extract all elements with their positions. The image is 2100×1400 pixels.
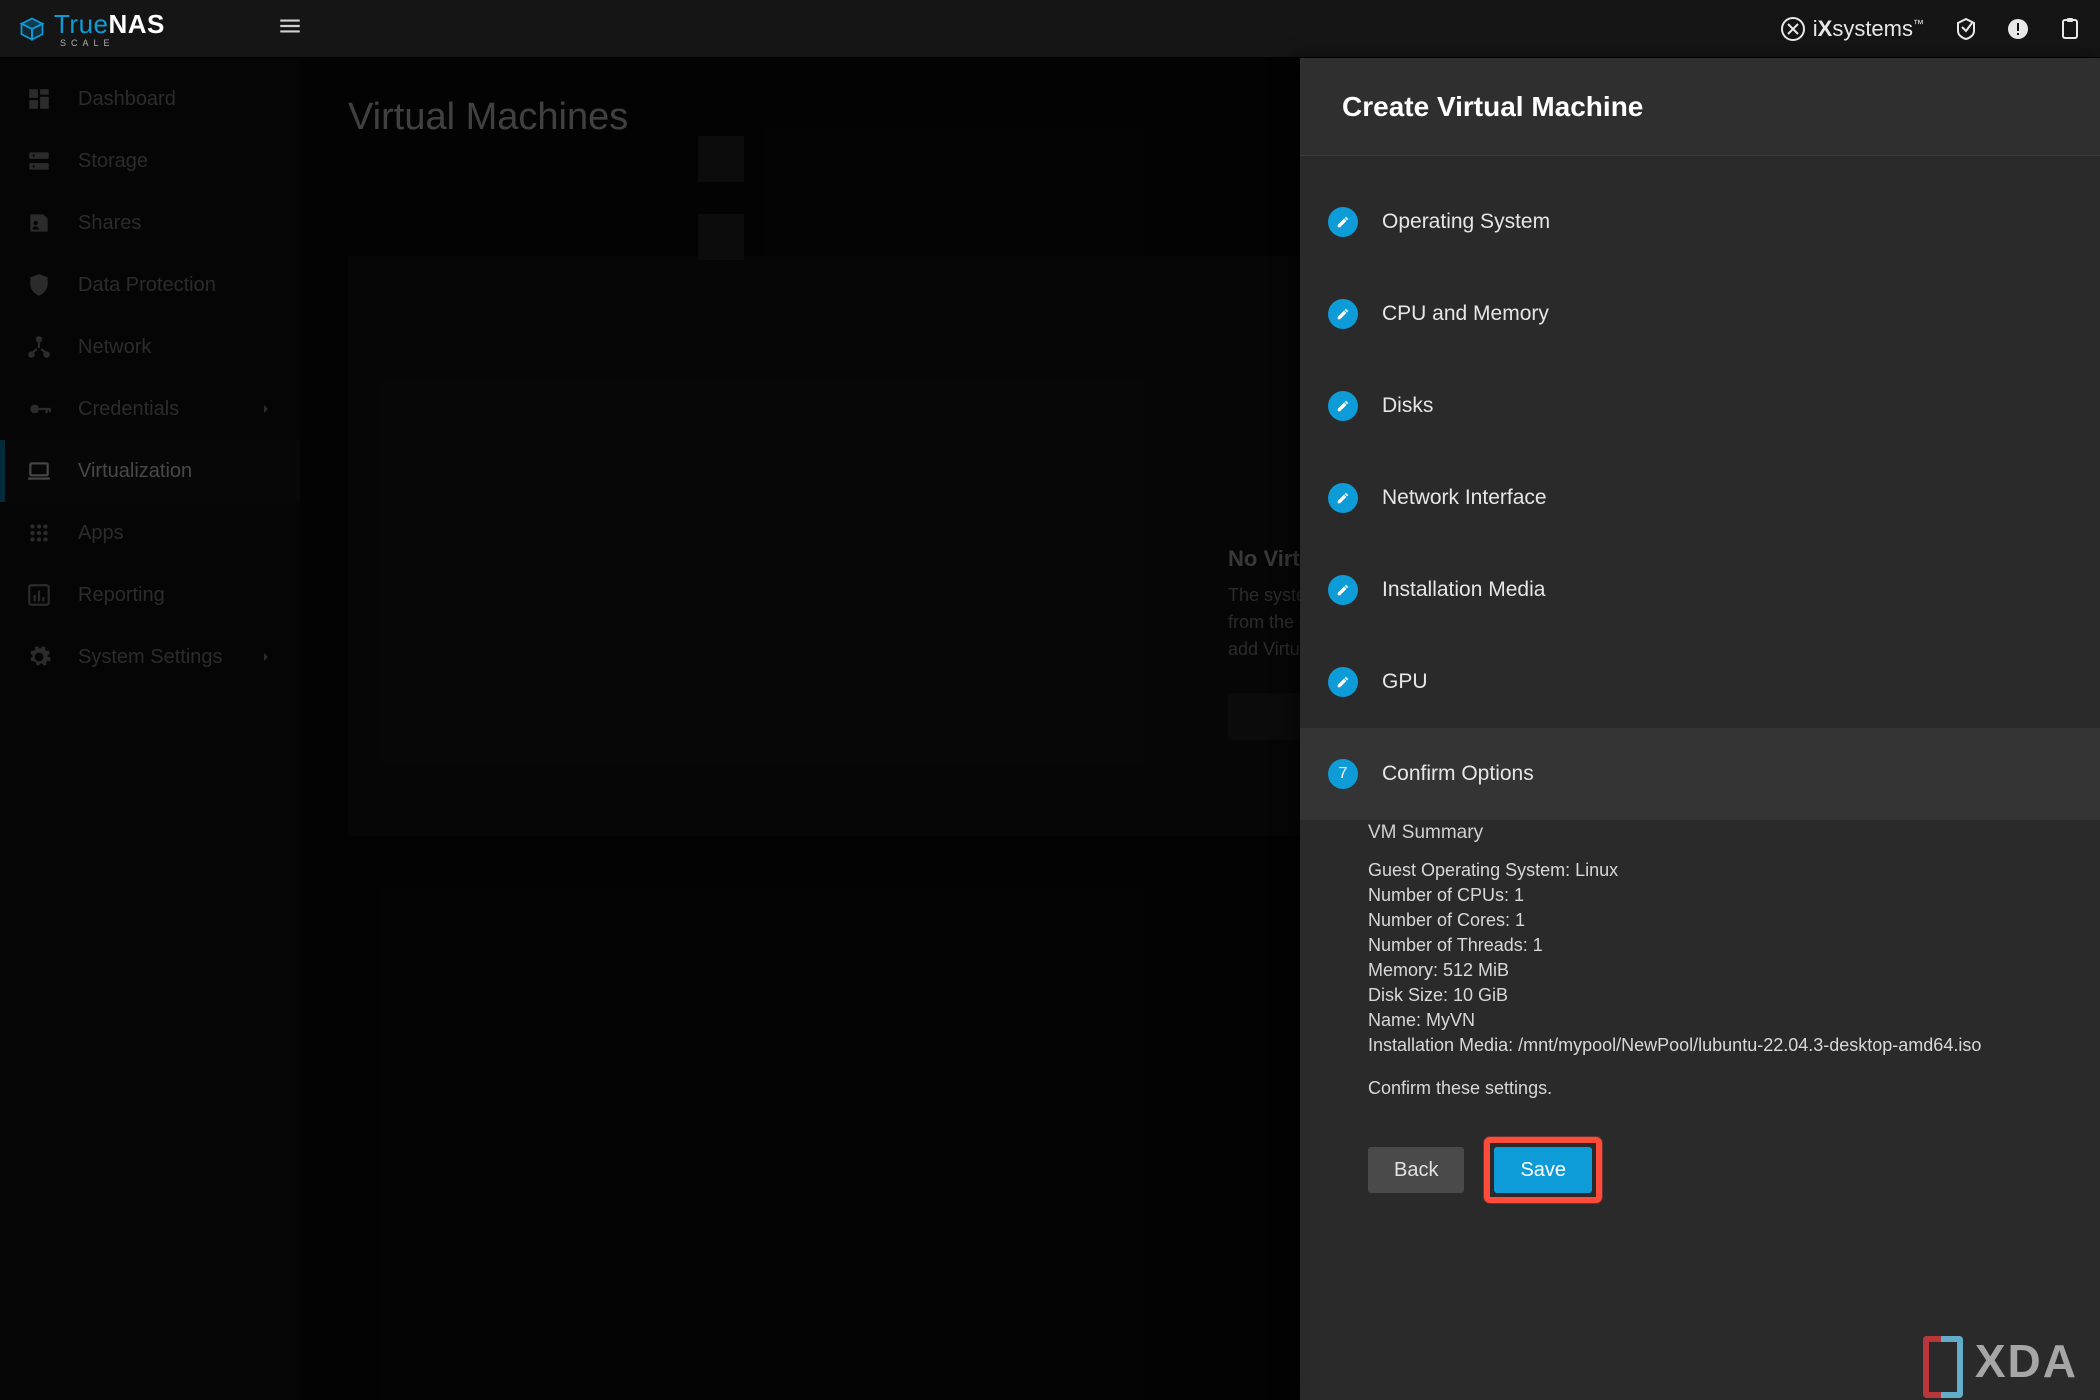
chevron-right-icon (258, 401, 274, 417)
slideover-header: Create Virtual Machine (1300, 58, 2100, 156)
apps-icon (26, 520, 52, 546)
step-edit-icon (1328, 667, 1358, 697)
status-icon[interactable] (2006, 17, 2030, 41)
sidebar-item-storage[interactable]: Storage (0, 130, 300, 192)
key-icon (26, 396, 52, 422)
step-operating-system[interactable]: Operating System (1328, 176, 2072, 268)
xda-text: XDA (1975, 1334, 2078, 1388)
summary-line: Memory: 512 MiB (1368, 960, 2040, 981)
step-label: Operating System (1382, 210, 1550, 234)
create-vm-slideover: Create Virtual Machine Operating System … (1300, 58, 2100, 1400)
save-button[interactable]: Save (1494, 1147, 1592, 1193)
step-edit-icon (1328, 207, 1358, 237)
jobs-icon[interactable] (2058, 17, 2082, 41)
chart-icon (26, 582, 52, 608)
sidebar-item-label: Data Protection (78, 274, 216, 297)
sidebar-item-label: Reporting (78, 584, 165, 607)
gear-icon (26, 644, 52, 670)
step-gpu[interactable]: GPU (1328, 636, 2072, 728)
brand-true: True (54, 9, 109, 39)
summary-line: Guest Operating System: Linux (1368, 860, 2040, 881)
sidebar-item-label: Dashboard (78, 88, 176, 111)
sidebar-item-apps[interactable]: Apps (0, 502, 300, 564)
brand-logo[interactable]: TrueNAS SCALE (18, 9, 165, 48)
step-label: Confirm Options (1382, 762, 1534, 786)
step-label: CPU and Memory (1382, 302, 1549, 326)
dashboard-icon (26, 86, 52, 112)
brand-cube-icon (18, 15, 46, 43)
summary-line: Number of CPUs: 1 (1368, 885, 2040, 906)
app-header: TrueNAS SCALE iXsystems™ (0, 0, 2100, 58)
summary-confirm-text: Confirm these settings. (1368, 1078, 2040, 1099)
placeholder-icon (698, 136, 744, 182)
summary-line: Disk Size: 10 GiB (1368, 985, 2040, 1006)
step-installation-media[interactable]: Installation Media (1328, 544, 2072, 636)
laptop-icon (26, 458, 52, 484)
xda-watermark: XDA (1923, 1334, 2078, 1388)
summary-line: Installation Media: /mnt/mypool/NewPool/… (1368, 1035, 2040, 1056)
wizard-steps: Operating System CPU and Memory Disks Ne… (1300, 156, 2100, 820)
ix-mark-icon (1781, 17, 1805, 41)
summary-line: Number of Cores: 1 (1368, 910, 2040, 931)
sidebar-item-data-protection[interactable]: Data Protection (0, 254, 300, 316)
sidebar-item-reporting[interactable]: Reporting (0, 564, 300, 626)
sidebar-item-label: Virtualization (78, 460, 192, 483)
storage-icon (26, 148, 52, 174)
truecommand-icon[interactable] (1954, 17, 1978, 41)
sidebar-item-label: Network (78, 336, 151, 359)
summary-line: Number of Threads: 1 (1368, 935, 2040, 956)
brand-sub: SCALE (60, 38, 165, 48)
sidebar-item-label: Shares (78, 212, 141, 235)
ix-text: systems (1832, 16, 1913, 41)
step-edit-icon (1328, 483, 1358, 513)
slideover-title: Create Virtual Machine (1342, 91, 1643, 123)
sidebar-item-label: System Settings (78, 646, 223, 669)
step-edit-icon (1328, 575, 1358, 605)
hamburger-icon[interactable] (277, 13, 303, 45)
brand-nas: NAS (109, 9, 165, 39)
sidebar-item-label: Credentials (78, 398, 179, 421)
summary-heading: VM Summary (1368, 822, 2040, 844)
step-edit-icon (1328, 299, 1358, 329)
save-highlight: Save (1484, 1137, 1602, 1203)
step-label: Installation Media (1382, 578, 1545, 602)
step-cpu-memory[interactable]: CPU and Memory (1328, 268, 2072, 360)
step-label: GPU (1382, 670, 1428, 694)
sidebar-item-system-settings[interactable]: System Settings (0, 626, 300, 688)
shares-icon (26, 210, 52, 236)
sidebar-item-virtualization[interactable]: Virtualization (0, 440, 300, 502)
sidebar-item-label: Storage (78, 150, 148, 173)
step-confirm-options[interactable]: 7 Confirm Options (1300, 728, 2100, 820)
back-button[interactable]: Back (1368, 1147, 1464, 1193)
step-edit-icon (1328, 391, 1358, 421)
sidebar-item-credentials[interactable]: Credentials (0, 378, 300, 440)
xda-glyph-icon (1923, 1336, 1963, 1386)
step-number-badge: 7 (1328, 759, 1358, 789)
chevron-right-icon (258, 649, 274, 665)
sidebar-item-label: Apps (78, 522, 124, 545)
ixsystems-logo[interactable]: iXsystems™ (1781, 16, 1924, 42)
sidebar-item-shares[interactable]: Shares (0, 192, 300, 254)
summary-line: Name: MyVN (1368, 1010, 2040, 1031)
step-disks[interactable]: Disks (1328, 360, 2072, 452)
network-icon (26, 334, 52, 360)
shield-icon (26, 272, 52, 298)
vm-summary: VM Summary Guest Operating System: Linux… (1300, 820, 2100, 1203)
sidebar-item-dashboard[interactable]: Dashboard (0, 68, 300, 130)
step-label: Network Interface (1382, 486, 1547, 510)
placeholder-icon (698, 214, 744, 260)
step-network-interface[interactable]: Network Interface (1328, 452, 2072, 544)
step-label: Disks (1382, 394, 1433, 418)
sidebar-item-network[interactable]: Network (0, 316, 300, 378)
sidebar: Dashboard Storage Shares Data Protection… (0, 58, 300, 1400)
